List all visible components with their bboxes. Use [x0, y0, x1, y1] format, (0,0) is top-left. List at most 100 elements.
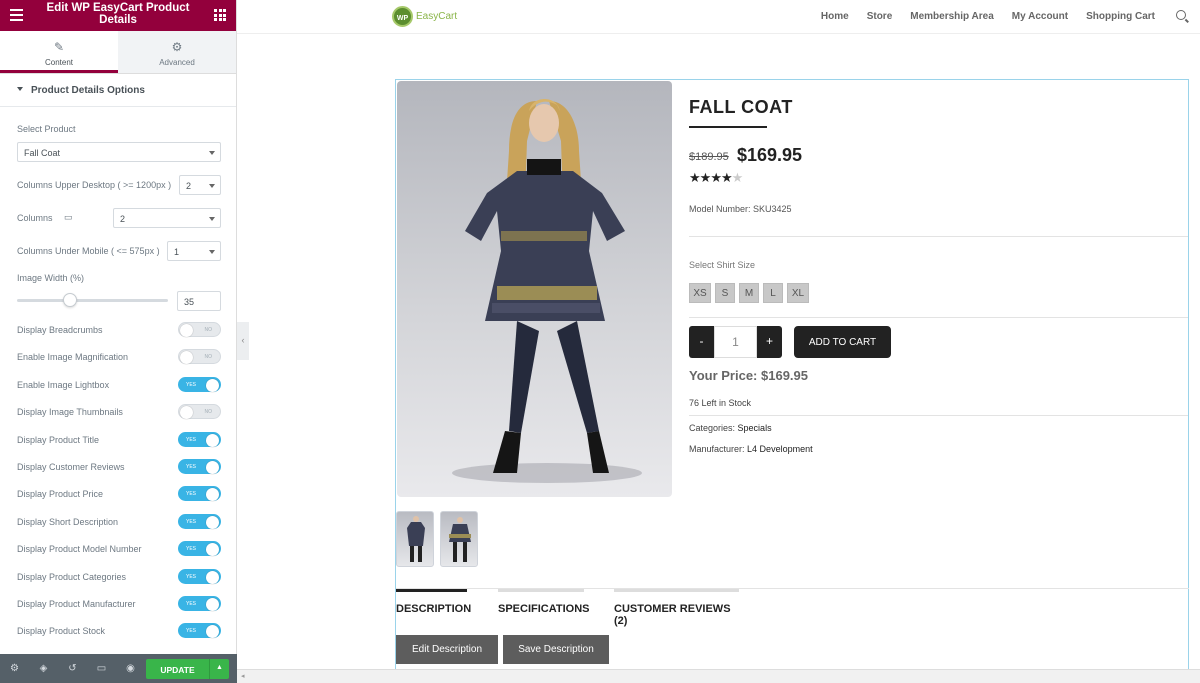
star-empty-icon: ★ — [731, 170, 744, 185]
tabs-divider — [396, 588, 1189, 589]
toggle-switch[interactable]: NO — [178, 349, 221, 365]
update-label: UPDATE — [160, 665, 195, 675]
toggle-switch[interactable]: YES — [178, 486, 221, 502]
main-menu: Home Store Membership Area My Account Sh… — [821, 11, 1155, 22]
size-option[interactable]: S — [715, 283, 735, 303]
toggle-label: Display Image Thumbnails — [17, 407, 123, 418]
toggle-knob — [206, 488, 219, 502]
panel-title: Edit WP EasyCart Product Details — [46, 2, 190, 26]
toggle-state-text: YES — [186, 491, 197, 498]
quantity-input[interactable]: 1 — [714, 326, 757, 358]
title-underline — [689, 126, 767, 128]
caret-up-icon[interactable]: ▲ — [209, 659, 229, 679]
toggle-switch[interactable]: YES — [178, 541, 221, 557]
scroll-left-icon[interactable]: ◂ — [241, 673, 245, 680]
toggle-state-text: YES — [186, 464, 197, 470]
toggle-switch[interactable]: YES — [178, 623, 221, 639]
toggle-state-text: YES — [186, 436, 197, 443]
columns-label: Columns — [17, 213, 53, 223]
toggle-state-text: NO — [204, 409, 213, 416]
toggle-state-text: YES — [186, 381, 197, 388]
tab-description[interactable]: DESCRIPTION — [396, 589, 471, 615]
responsive-icon[interactable]: ▭ — [87, 663, 116, 674]
site-header: WP EasyCart Home Store Membership Area M… — [237, 0, 1200, 34]
divider — [689, 317, 1188, 318]
image-width-slider-handle[interactable] — [62, 293, 77, 307]
product-categories: Categories: Specials — [689, 423, 772, 433]
divider — [689, 415, 1188, 416]
star-filled-icon: ★ — [710, 170, 722, 185]
columns-select[interactable]: 2 — [113, 208, 221, 228]
tab-advanced[interactable]: ⚙ Advanced — [118, 31, 236, 73]
editor-header: Edit WP EasyCart Product Details — [0, 0, 236, 31]
toggle-switch[interactable]: YES — [178, 459, 221, 474]
toggle-state-text: YES — [186, 601, 197, 607]
product-thumbnail-1[interactable] — [396, 511, 434, 567]
menu-store[interactable]: Store — [867, 11, 893, 22]
menu-home[interactable]: Home — [821, 11, 849, 22]
toggle-switch[interactable]: NO — [178, 322, 221, 337]
quantity-decrease-button[interactable]: - — [689, 326, 714, 358]
image-width-slider-track[interactable] — [17, 299, 168, 302]
editor-panel: Edit WP EasyCart Product Details ✎ Conte… — [0, 0, 237, 683]
category-link[interactable]: Specials — [738, 423, 772, 433]
menu-my-account[interactable]: My Account — [1012, 11, 1068, 22]
columns-upper-select[interactable]: 2 — [179, 175, 221, 195]
columns-value: 2 — [120, 214, 126, 224]
hamburger-menu-icon[interactable] — [10, 9, 23, 24]
tab-customer-reviews[interactable]: CUSTOMER REVIEWS (2) — [614, 589, 739, 627]
toggle-knob — [180, 351, 193, 365]
thumbnail-illustration — [449, 517, 471, 562]
select-product-label: Select Product — [17, 124, 76, 134]
search-icon[interactable] — [1176, 10, 1186, 20]
product-main-image[interactable] — [397, 81, 672, 497]
settings-icon[interactable]: ⚙ — [0, 663, 29, 674]
product-title: FALL COAT — [689, 97, 793, 117]
save-description-button[interactable]: Save Description — [503, 635, 609, 664]
size-option[interactable]: XL — [787, 283, 809, 303]
columns-mobile-select[interactable]: 1 — [167, 241, 221, 261]
section-toggle-product-details[interactable]: Product Details Options — [0, 74, 236, 107]
toggle-switch[interactable]: YES — [178, 431, 221, 447]
tab-specifications[interactable]: SPECIFICATIONS — [498, 589, 589, 615]
toggle-knob — [206, 598, 219, 611]
categories-label: Categories: — [689, 423, 736, 433]
layers-icon[interactable]: ◈ — [29, 663, 58, 674]
desktop-monitor-icon[interactable]: ▭ — [64, 212, 73, 223]
toggle-switch[interactable]: NO — [178, 404, 221, 420]
add-to-cart-button[interactable]: ADD TO CART — [794, 326, 891, 358]
quantity-increase-button[interactable]: + — [757, 326, 782, 358]
size-option[interactable]: L — [763, 283, 783, 303]
star-filled-icon: ★ — [720, 170, 733, 185]
select-product-dropdown[interactable]: Fall Coat — [17, 142, 221, 162]
toggle-label: Display Product Title — [17, 434, 100, 445]
toggle-label: Display Product Price — [17, 489, 104, 500]
toggle-switch[interactable]: YES — [178, 568, 221, 584]
horizontal-scrollbar[interactable]: ◂ — [237, 669, 1200, 683]
tab-content[interactable]: ✎ Content — [0, 31, 118, 73]
toggle-label: Display Short Description — [17, 516, 119, 527]
site-logo[interactable]: WP EasyCart — [392, 6, 457, 27]
edit-description-button[interactable]: Edit Description — [396, 635, 498, 664]
toggle-switch[interactable]: YES — [178, 376, 221, 392]
toggle-knob — [206, 461, 219, 474]
manufacturer-link[interactable]: L4 Development — [747, 444, 813, 454]
update-button[interactable]: UPDATE ▲ — [146, 659, 229, 679]
columns-upper-label: Columns Upper Desktop ( >= 1200px ) — [17, 180, 172, 190]
toggle-label: Enable Image Magnification — [17, 352, 129, 363]
widgets-grid-icon[interactable] — [214, 9, 226, 21]
star-filled-icon: ★ — [699, 170, 712, 185]
toggle-switch[interactable]: YES — [178, 596, 221, 611]
product-thumbnail-2[interactable] — [440, 511, 478, 567]
image-width-input[interactable]: 35 — [177, 291, 221, 311]
history-icon[interactable]: ↺ — [58, 663, 87, 674]
thumbnail-illustration — [407, 516, 425, 562]
preview-eye-icon[interactable]: ◉ — [116, 663, 145, 674]
menu-shopping-cart[interactable]: Shopping Cart — [1086, 11, 1155, 22]
rating-stars: ★★★★★ — [689, 170, 744, 186]
toggle-state-text: YES — [186, 518, 197, 525]
size-option[interactable]: M — [739, 283, 759, 303]
menu-membership-area[interactable]: Membership Area — [910, 11, 994, 22]
size-option[interactable]: XS — [689, 283, 711, 303]
toggle-switch[interactable]: YES — [178, 513, 221, 529]
